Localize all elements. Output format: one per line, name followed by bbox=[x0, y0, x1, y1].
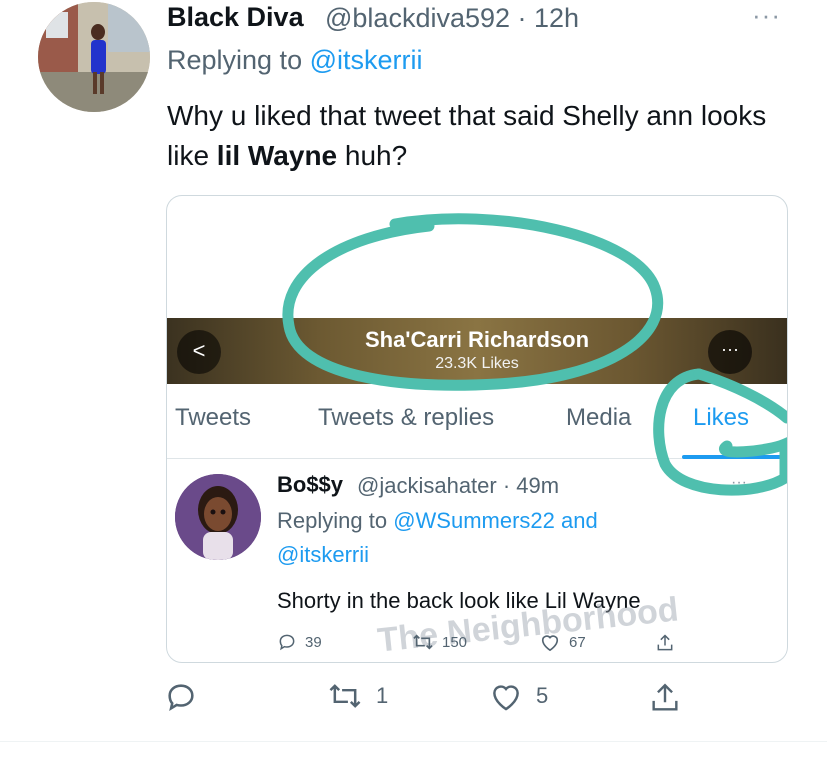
replying-prefix: Replying to bbox=[167, 45, 303, 75]
reply-icon bbox=[168, 684, 194, 711]
tweet-text: Why u liked that tweet that said Shelly … bbox=[167, 96, 797, 176]
inner-reply-icon bbox=[279, 634, 295, 651]
inner-share-icon bbox=[657, 634, 673, 651]
tweet-media-image[interactable]: < Sha'Carri Richardson 23.3K Likes ··· T… bbox=[166, 195, 788, 663]
profile-name: Sha'Carri Richardson bbox=[364, 327, 590, 352]
like-count: 5 bbox=[536, 683, 549, 708]
tab-tweets-replies: Tweets & replies bbox=[318, 404, 495, 431]
author-handle[interactable]: @blackdiva592 · 12h bbox=[325, 3, 579, 34]
tab-tweets: Tweets bbox=[175, 404, 252, 431]
retweet-action[interactable]: 1 bbox=[326, 680, 388, 712]
active-tab-indicator bbox=[682, 455, 784, 459]
heart-icon bbox=[493, 685, 519, 711]
retweet-icon bbox=[329, 684, 361, 708]
replying-mention-link[interactable]: @itskerrii bbox=[310, 45, 423, 75]
inner-reply-count: 39 bbox=[305, 633, 322, 651]
avatar[interactable] bbox=[38, 2, 150, 112]
retweet-count: 1 bbox=[376, 683, 389, 708]
inner-replying-mention: @WSummers22 and bbox=[393, 508, 598, 533]
inner-avatar bbox=[175, 474, 261, 560]
avatar-photo bbox=[38, 2, 150, 112]
inner-retweet-count: 150 bbox=[442, 633, 468, 651]
share-icon bbox=[652, 683, 678, 711]
inner-author-handle: @jackisahater · 49m bbox=[357, 473, 560, 498]
inner-mention-itskerrii: @itskerrii bbox=[277, 542, 369, 567]
like-action[interactable]: 5 bbox=[488, 680, 548, 712]
tweet-divider bbox=[0, 741, 827, 742]
inner-reply-action: 39 bbox=[277, 632, 322, 652]
inner-like-action: 67 bbox=[539, 632, 586, 652]
inner-author-name: Bo$$y bbox=[277, 472, 344, 497]
inner-retweet-icon bbox=[413, 634, 433, 650]
inner-retweet-action: 150 bbox=[412, 632, 467, 652]
author-name[interactable]: Black Diva bbox=[167, 2, 304, 33]
inner-heart-icon bbox=[541, 635, 559, 652]
inner-replying-prefix: Replying to bbox=[277, 508, 388, 533]
profile-more-icon: ··· bbox=[708, 330, 752, 374]
inner-replying-to: Replying to @WSummers22 and bbox=[277, 508, 598, 534]
reply-action[interactable] bbox=[164, 680, 210, 714]
tweet-text-part2: huh? bbox=[344, 140, 408, 171]
replying-to: Replying to @itskerrii bbox=[167, 45, 423, 76]
tab-likes: Likes bbox=[693, 404, 750, 431]
tweet-text-bold: lil Wayne bbox=[216, 140, 338, 171]
tab-media: Media bbox=[566, 404, 632, 431]
share-action[interactable] bbox=[648, 680, 682, 716]
inner-share-action bbox=[655, 632, 675, 654]
inner-like-count: 67 bbox=[569, 633, 586, 651]
more-dots-icon[interactable]: ··· bbox=[752, 0, 781, 31]
inner-more-icon: ··· bbox=[731, 474, 747, 491]
profile-likes-count: 23.3K Likes bbox=[435, 355, 519, 372]
inner-avatar-art bbox=[175, 474, 261, 560]
